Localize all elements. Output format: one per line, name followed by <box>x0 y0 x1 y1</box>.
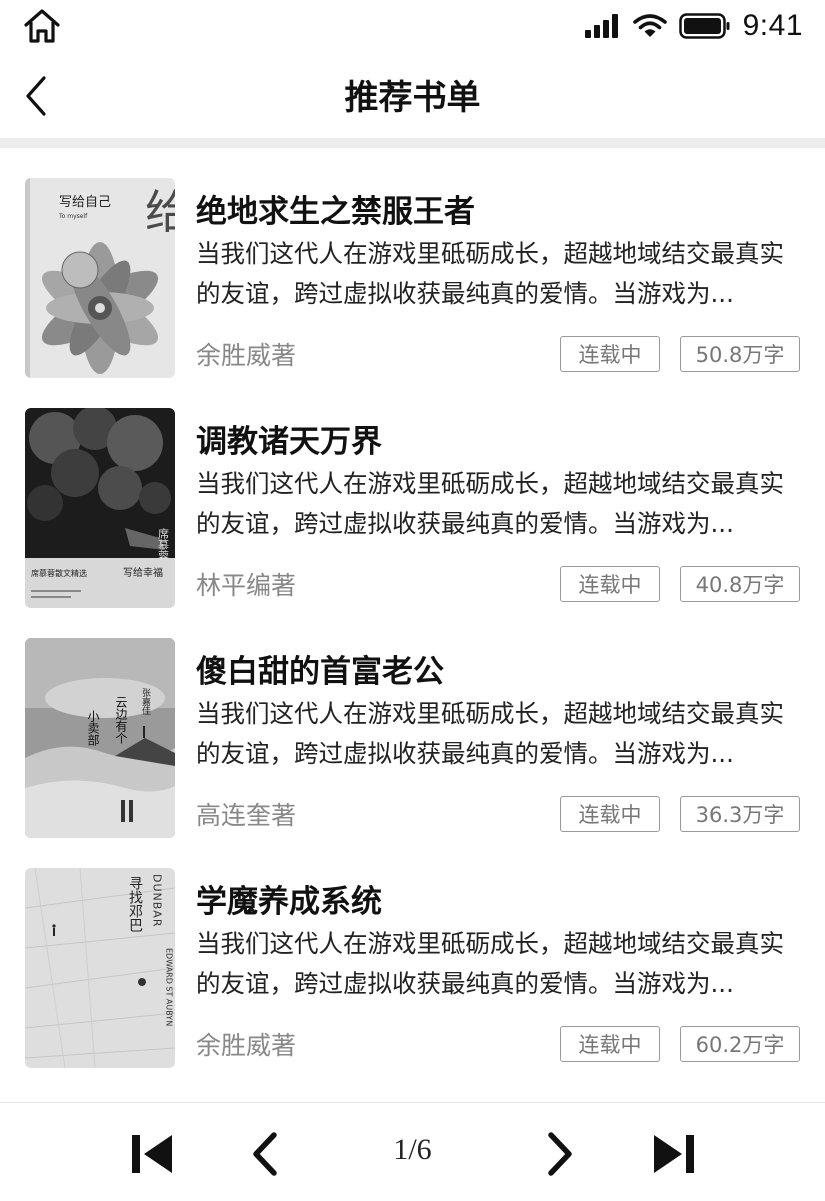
status-badge: 连载中 <box>560 566 660 602</box>
book-item[interactable]: 席慕蓉 席慕蓉散文精选 写给幸福 调教诸天万界 当我们这代人在游戏里砥砺成长，超… <box>0 378 825 608</box>
book-title[interactable]: 调教诸天万界 <box>196 416 382 461</box>
word-count-badge: 50.8万字 <box>680 336 800 372</box>
next-page-button[interactable] <box>537 1129 585 1179</box>
book-author: 高连奎著 <box>196 801 297 830</box>
cover-title: 寻找邓巴 <box>127 876 143 932</box>
book-title[interactable]: 学魔养成系统 <box>196 876 382 921</box>
wifi-icon <box>632 14 667 37</box>
nav-bar: 推荐书单 <box>0 52 825 138</box>
book-item[interactable]: 寻找邓巴 DUNBAR EDWARD ST AUBYN 学魔养成系统 当我们这代… <box>0 838 825 1068</box>
book-title[interactable]: 绝地求生之禁服王者 <box>196 186 475 231</box>
cover-en-title: DUNBAR <box>151 874 164 927</box>
home-icon[interactable] <box>22 6 62 46</box>
book-cover[interactable]: 给自 写给自己 To myself <box>25 178 175 378</box>
book-description: 当我们这代人在游戏里砥砺成长，超越地域结交最真实的友谊，跨过虚拟收获最纯真的爱情… <box>196 699 784 768</box>
cover-en-author: EDWARD ST AUBYN <box>165 948 174 1026</box>
book-author: 余胜威著 <box>196 341 297 370</box>
book-description: 当我们这代人在游戏里砥砺成长，超越地域结交最真实的友谊，跨过虚拟收获最纯真的爱情… <box>196 239 784 308</box>
status-badge: 连载中 <box>560 796 660 832</box>
cover-author: 张嘉佳 <box>140 688 151 715</box>
book-author: 林平编著 <box>196 571 297 600</box>
cover-subtitle: To myself <box>58 213 88 220</box>
page-title: 推荐书单 <box>344 78 481 118</box>
status-indicators: 9:41 <box>584 6 803 46</box>
status-badge: 连载中 <box>560 1026 660 1062</box>
word-count-badge: 40.8万字 <box>680 566 800 602</box>
book-cover[interactable]: 席慕蓉 席慕蓉散文精选 写给幸福 <box>25 408 175 608</box>
signal-icon <box>584 14 618 38</box>
book-item[interactable]: 给自 写给自己 To myself 绝地求生之禁服王者 当我们这代人在游戏里砥砺… <box>0 148 825 378</box>
cover-author: 席慕蓉 <box>157 527 170 562</box>
word-count-badge: 36.3万字 <box>680 796 800 832</box>
cover-title: 写给幸福 <box>123 566 163 579</box>
book-item[interactable]: 云边有个 小卖部 张嘉佳 傻白甜的首富老公 当我们这代人在游戏里砥砺成长，超越地… <box>0 608 825 838</box>
book-author: 余胜威著 <box>196 1031 297 1060</box>
battery-icon <box>678 13 730 39</box>
prev-page-button[interactable] <box>240 1129 288 1179</box>
book-description: 当我们这代人在游戏里砥砺成长，超越地域结交最真实的友谊，跨过虚拟收获最纯真的爱情… <box>196 929 784 998</box>
last-page-button[interactable] <box>650 1129 698 1179</box>
status-badge: 连载中 <box>560 336 660 372</box>
word-count-badge: 60.2万字 <box>680 1026 800 1062</box>
book-description: 当我们这代人在游戏里砥砺成长，超越地域结交最真实的友谊，跨过虚拟收获最纯真的爱情… <box>196 469 784 538</box>
pagination-bar: 1/6 <box>0 1102 825 1201</box>
header-divider <box>0 138 825 148</box>
cover-title-a: 云边有个 <box>114 696 128 744</box>
cover-art-text: 给自 <box>145 185 175 239</box>
book-cover[interactable]: 寻找邓巴 DUNBAR EDWARD ST AUBYN <box>25 868 175 1068</box>
status-bar: 9:41 <box>0 0 825 52</box>
status-time: 9:41 <box>742 9 803 42</box>
first-page-button[interactable] <box>128 1129 176 1179</box>
book-title[interactable]: 傻白甜的首富老公 <box>196 646 444 691</box>
book-cover[interactable]: 云边有个 小卖部 张嘉佳 <box>25 638 175 838</box>
cover-series: 席慕蓉散文精选 <box>31 568 87 578</box>
cover-title-b: 小卖部 <box>86 710 100 746</box>
page-indicator: 1/6 <box>393 1133 432 1166</box>
cover-title: 写给自己 <box>59 195 111 210</box>
